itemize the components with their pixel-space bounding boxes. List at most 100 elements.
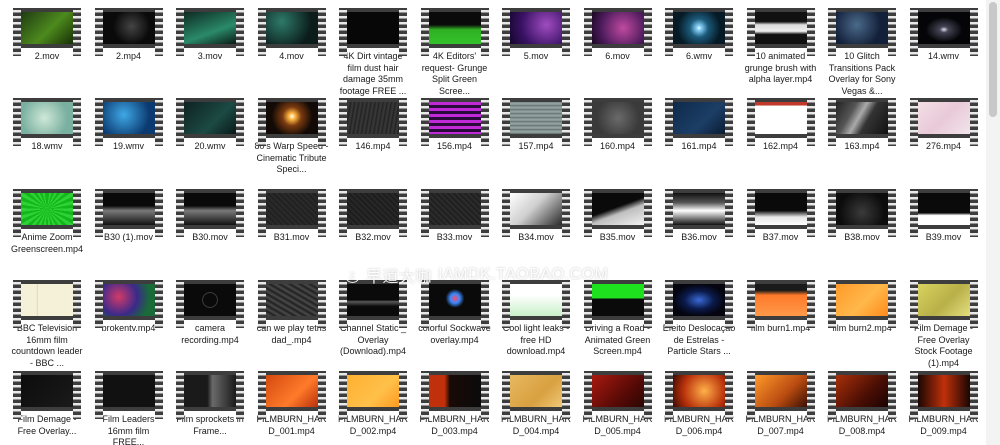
file-item[interactable]: 156.mp4 [418, 98, 492, 153]
video-thumbnail[interactable] [339, 98, 407, 146]
video-thumbnail[interactable] [665, 189, 733, 237]
file-item[interactable]: FILMBURN_HARD_008.mp4 [825, 371, 899, 437]
file-item[interactable]: B34.mov [499, 189, 573, 244]
file-item[interactable]: 276.mp4 [907, 98, 981, 153]
video-thumbnail[interactable] [909, 280, 978, 328]
file-item[interactable]: 14.wmv [907, 8, 981, 63]
video-thumbnail[interactable] [257, 8, 326, 56]
video-thumbnail[interactable] [94, 280, 163, 328]
video-thumbnail[interactable] [583, 8, 652, 56]
video-thumbnail[interactable] [420, 189, 489, 237]
file-item[interactable]: 2.mp4 [92, 8, 166, 63]
file-item[interactable]: 19.wmv [92, 98, 166, 153]
video-thumbnail[interactable] [583, 371, 652, 419]
video-thumbnail[interactable] [94, 189, 163, 237]
video-thumbnail[interactable] [94, 371, 163, 419]
video-thumbnail[interactable] [502, 98, 570, 146]
video-thumbnail[interactable] [828, 371, 896, 419]
video-thumbnail[interactable] [420, 371, 489, 419]
video-thumbnail[interactable] [746, 189, 815, 237]
file-item[interactable]: FILMBURN_HARD_003.mp4 [418, 371, 492, 437]
file-item[interactable]: Film Leaders 16mm film FREE... [92, 371, 166, 445]
video-thumbnail[interactable] [909, 189, 978, 237]
video-thumbnail[interactable] [746, 371, 815, 419]
file-item[interactable]: film burn1.mp4 [744, 280, 818, 335]
video-thumbnail[interactable] [13, 371, 81, 419]
file-item[interactable]: Cool light leaks - free HD download.mp4 [499, 280, 573, 358]
file-item[interactable]: 10 animated grunge brush with alpha laye… [744, 8, 818, 86]
video-thumbnail[interactable] [176, 8, 244, 56]
file-item[interactable]: Film Demage - Free Overlay Stock Footage… [907, 280, 981, 369]
video-thumbnail[interactable] [828, 8, 896, 56]
video-thumbnail[interactable] [502, 189, 570, 237]
file-item[interactable]: 10 Glitch Transitions Pack Overlay for S… [825, 8, 899, 97]
file-item[interactable]: 4K Dirt vintage film dust hair damage 35… [336, 8, 410, 97]
video-thumbnail[interactable] [828, 280, 896, 328]
file-item[interactable]: B33.mov [418, 189, 492, 244]
video-thumbnail[interactable] [665, 98, 733, 146]
file-item[interactable]: B38.mov [825, 189, 899, 244]
video-thumbnail[interactable] [502, 8, 570, 56]
file-item[interactable]: FILMBURN_HARD_004.mp4 [499, 371, 573, 437]
file-item[interactable]: FILMBURN_HARD_007.mp4 [744, 371, 818, 437]
video-thumbnail[interactable] [420, 8, 489, 56]
video-thumbnail[interactable] [665, 280, 733, 328]
file-item[interactable]: Efeito Deslocação de Estrelas - Particle… [662, 280, 736, 358]
video-thumbnail[interactable] [339, 189, 407, 237]
file-item[interactable]: 146.mp4 [336, 98, 410, 153]
file-item[interactable]: brokentv.mp4 [92, 280, 166, 335]
file-item[interactable]: B32.mov [336, 189, 410, 244]
video-thumbnail[interactable] [13, 280, 81, 328]
video-thumbnail[interactable] [828, 189, 896, 237]
file-item[interactable]: 2.mov [10, 8, 84, 63]
file-item[interactable]: B36.mov [662, 189, 736, 244]
video-thumbnail[interactable] [257, 189, 326, 237]
video-thumbnail[interactable] [909, 98, 978, 146]
file-item[interactable]: 4K Editors' request- Grunge Split Green … [418, 8, 492, 97]
file-item[interactable]: FILMBURN_HARD_006.mp4 [662, 371, 736, 437]
file-item[interactable]: B35.mov [581, 189, 655, 244]
video-thumbnail[interactable] [665, 8, 733, 56]
file-item[interactable]: FILMBURN_HARD_009.mp4 [907, 371, 981, 437]
file-item[interactable]: 6.mov [581, 8, 655, 63]
file-item[interactable]: 80's Warp Speed - Cinematic Tribute Spec… [255, 98, 329, 176]
file-item[interactable]: 163.mp4 [825, 98, 899, 153]
file-item[interactable]: B39.mov [907, 189, 981, 244]
file-item[interactable]: Driving a Road - Animated Green Screen.m… [581, 280, 655, 358]
file-item[interactable]: can we play tetris dad_.mp4 [255, 280, 329, 346]
file-item[interactable]: 157.mp4 [499, 98, 573, 153]
file-item[interactable]: 161.mp4 [662, 98, 736, 153]
video-thumbnail[interactable] [420, 98, 489, 146]
video-thumbnail[interactable] [257, 371, 326, 419]
video-thumbnail[interactable] [339, 371, 407, 419]
video-thumbnail[interactable] [13, 189, 81, 237]
file-item[interactable]: B37.mov [744, 189, 818, 244]
file-item[interactable]: FILMBURN_HARD_005.mp4 [581, 371, 655, 437]
file-item[interactable]: colorful Sockwave overlay.mp4 [418, 280, 492, 346]
file-item[interactable]: Film sprockets in Frame... [173, 371, 247, 437]
video-thumbnail[interactable] [257, 280, 326, 328]
file-item[interactable]: B30 (1).mov [92, 189, 166, 244]
scrollbar-thumb[interactable] [989, 2, 997, 117]
video-thumbnail[interactable] [339, 8, 407, 56]
video-thumbnail[interactable] [828, 98, 896, 146]
video-thumbnail[interactable] [665, 371, 733, 419]
video-thumbnail[interactable] [583, 189, 652, 237]
file-item[interactable]: Film Demage - Free Overlay... [10, 371, 84, 437]
file-item[interactable]: film burn2.mp4 [825, 280, 899, 335]
video-thumbnail[interactable] [909, 371, 978, 419]
video-thumbnail[interactable] [583, 98, 652, 146]
file-item[interactable]: 6.wmv [662, 8, 736, 63]
file-item[interactable]: B31.mov [255, 189, 329, 244]
video-thumbnail[interactable] [909, 8, 978, 56]
file-item[interactable]: FILMBURN_HARD_001.mp4 [255, 371, 329, 437]
video-thumbnail[interactable] [176, 98, 244, 146]
video-thumbnail[interactable] [176, 371, 244, 419]
file-item[interactable]: 5.mov [499, 8, 573, 63]
video-thumbnail[interactable] [176, 189, 244, 237]
video-thumbnail[interactable] [13, 8, 81, 56]
vertical-scrollbar[interactable] [986, 0, 1000, 445]
file-item[interactable]: 18.wmv [10, 98, 84, 153]
video-thumbnail[interactable] [13, 98, 81, 146]
video-thumbnail[interactable] [746, 98, 815, 146]
